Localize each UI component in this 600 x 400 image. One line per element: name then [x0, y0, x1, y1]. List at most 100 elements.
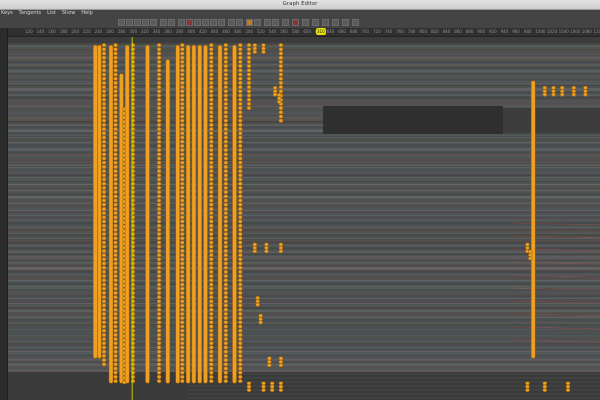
time-ruler[interactable]: 120 140 160 180 200 220 240 260 280 300 320 340 360 3… [8, 28, 600, 37]
graph-editor-window: Graph Editor Keys Tangents List Show Hel… [0, 0, 600, 400]
keyframe [113, 261, 118, 266]
keyframe [252, 245, 258, 250]
curve-canvas[interactable] [8, 28, 600, 400]
buffer-curve-icon[interactable] [264, 19, 271, 26]
graph-view[interactable] [8, 28, 600, 400]
plateau-tangent-icon[interactable] [218, 19, 225, 26]
keyframe [101, 177, 107, 182]
keyframe [130, 358, 136, 363]
infinity-icon[interactable] [312, 19, 319, 26]
swap-buffer-icon[interactable] [272, 19, 279, 26]
keyframe [238, 101, 243, 106]
post-infinity-icon[interactable] [332, 19, 339, 26]
keyframe [209, 379, 214, 384]
keyframe [113, 110, 118, 115]
keyframe [156, 223, 162, 228]
window-titlebar[interactable]: Graph Editor [0, 0, 600, 10]
keyframe [101, 206, 107, 211]
keyframe [278, 51, 284, 56]
clamped-tangent-icon[interactable] [186, 19, 193, 26]
break-tangent-icon[interactable] [228, 19, 235, 26]
keyframe [209, 311, 214, 316]
menu-list[interactable]: List [47, 10, 56, 17]
frame-playback-icon[interactable] [160, 19, 167, 26]
keyframe [276, 99, 282, 104]
menu-tangents[interactable]: Tangents [19, 10, 41, 17]
keyframe [223, 169, 229, 174]
keyframe [130, 181, 136, 186]
keyframe [130, 152, 136, 157]
keyframe [252, 249, 258, 254]
keyframe [223, 93, 229, 98]
lock-weight-icon[interactable] [254, 19, 261, 26]
keyframe [238, 353, 243, 358]
frame-all-icon[interactable] [150, 19, 157, 26]
curve-outliner[interactable] [0, 28, 8, 400]
step-tangent-icon[interactable] [210, 19, 217, 26]
menu-help[interactable]: Help [81, 10, 92, 17]
keyframe [209, 76, 214, 81]
keyframe [246, 381, 252, 386]
unify-tangent-icon[interactable] [236, 19, 243, 26]
time-tick-label: 140 [36, 29, 45, 34]
current-frame-marker[interactable]: 310 [316, 28, 326, 35]
keyframe [209, 169, 214, 174]
keyframe [238, 349, 243, 354]
keyframe [113, 219, 118, 224]
keyframe [209, 265, 214, 270]
denormalize-icon[interactable] [302, 19, 309, 26]
keyframe [238, 190, 243, 195]
normalize-icon[interactable] [292, 19, 299, 26]
linear-tangent-icon[interactable] [194, 19, 201, 26]
keyframe [238, 328, 243, 333]
keyframe [209, 244, 214, 249]
keyframe [542, 381, 548, 386]
menu-keys[interactable]: Keys [1, 10, 13, 17]
keyframe [238, 68, 243, 73]
keyframe [130, 59, 136, 64]
keyframe [223, 278, 229, 283]
insert-key-icon[interactable] [126, 19, 133, 26]
keyframe [156, 160, 162, 165]
keyframe [238, 370, 243, 375]
keyframe [246, 51, 252, 56]
keyframe [238, 152, 243, 157]
keyframe [542, 92, 548, 97]
window-title: Graph Editor [282, 1, 318, 7]
keyframe [156, 118, 162, 123]
keyframe [180, 358, 185, 363]
menu-show[interactable]: Show [62, 10, 76, 17]
region-icon[interactable] [142, 19, 149, 26]
flat-tangent-icon[interactable] [202, 19, 209, 26]
keyframe [180, 51, 185, 56]
keyframe [583, 89, 588, 94]
keyframe [246, 384, 252, 389]
lattice-icon[interactable] [134, 19, 141, 26]
keyframe [223, 164, 229, 169]
keyframe [238, 143, 243, 148]
pre-infinity-icon[interactable] [322, 19, 329, 26]
keyframe [130, 215, 136, 220]
move-key-icon[interactable] [118, 19, 125, 26]
keyframe [130, 127, 136, 132]
keyframe [542, 388, 548, 393]
keyframe [156, 47, 162, 52]
keyframe [238, 236, 243, 241]
keyframe [238, 198, 243, 203]
keyframe [261, 381, 266, 386]
key-column [97, 44, 102, 359]
keyframe [130, 114, 136, 119]
keyframe [180, 219, 185, 224]
keyframe [209, 362, 214, 367]
keyframe [113, 290, 118, 295]
keyframe [246, 68, 252, 73]
keyframe [238, 337, 243, 342]
dope-sheet-icon[interactable] [342, 19, 349, 26]
keyframe [180, 320, 185, 325]
center-current-icon[interactable] [168, 19, 175, 26]
snap-icon[interactable] [282, 19, 289, 26]
trax-icon[interactable] [352, 19, 359, 26]
key-column [232, 44, 237, 384]
free-weight-icon[interactable] [246, 19, 253, 26]
spline-tangent-icon[interactable] [178, 19, 185, 26]
